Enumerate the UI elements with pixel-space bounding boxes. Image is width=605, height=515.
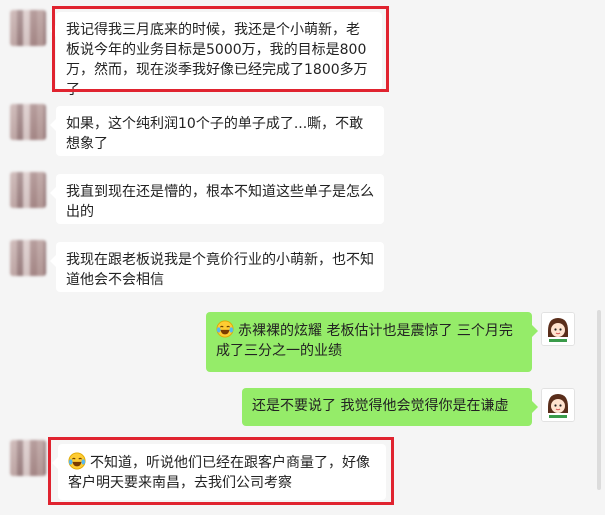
- chat-window: 我记得我三月底来的时候，我还是个小萌新，老板说今年的业务目标是5000万，我的目…: [0, 0, 605, 515]
- sender-avatar[interactable]: [10, 440, 46, 476]
- message-text: 我直到现在还是懵的，根本不知道这些单子是怎么出的: [66, 184, 374, 220]
- cartoon-girl-avatar-icon[interactable]: [541, 388, 575, 422]
- message-text: 我记得我三月底来的时候，我还是个小萌新，老板说今年的业务目标是5000万，我的目…: [66, 22, 368, 98]
- message-text: 我现在跟老板说我是个竟价行业的小萌新，也不知道他会不会相信: [66, 252, 374, 288]
- message-text: 还是不要说了 我觉得他会觉得你是在谦虚: [252, 398, 509, 414]
- message-text: 赤裸裸的炫耀 老板估计也是震惊了 三个月完成了三分之一的业绩: [216, 323, 513, 359]
- laughing-tears-emoji-icon: [68, 452, 86, 470]
- message-bubble[interactable]: 还是不要说了 我觉得他会觉得你是在谦虚: [242, 388, 538, 426]
- message-text: 不知道，听说他们已经在跟客户商量了，好像客户明天要来南昌，去我们公司考察: [68, 455, 370, 491]
- scrollbar[interactable]: [597, 310, 601, 490]
- cartoon-girl-avatar-icon[interactable]: [541, 312, 575, 346]
- sender-avatar[interactable]: [10, 104, 46, 140]
- message-bubble[interactable]: 我记得我三月底来的时候，我还是个小萌新，老板说今年的业务目标是5000万，我的目…: [50, 12, 382, 98]
- sender-avatar[interactable]: [10, 240, 46, 276]
- sender-avatar[interactable]: [10, 172, 46, 208]
- sender-avatar[interactable]: [10, 10, 46, 46]
- message-text: 如果，这个纯利润10个子的单子成了...嘶，不敢想象了: [66, 116, 364, 152]
- laughing-tears-emoji-icon: [216, 320, 234, 338]
- message-bubble[interactable]: 不知道，听说他们已经在跟客户商量了，好像客户明天要来南昌，去我们公司考察: [52, 444, 386, 500]
- message-bubble[interactable]: 如果，这个纯利润10个子的单子成了...嘶，不敢想象了: [50, 106, 384, 156]
- message-bubble[interactable]: 我现在跟老板说我是个竟价行业的小萌新，也不知道他会不会相信: [50, 242, 384, 292]
- message-bubble[interactable]: 我直到现在还是懵的，根本不知道这些单子是怎么出的: [50, 174, 384, 224]
- message-bubble[interactable]: 赤裸裸的炫耀 老板估计也是震惊了 三个月完成了三分之一的业绩: [206, 312, 538, 372]
